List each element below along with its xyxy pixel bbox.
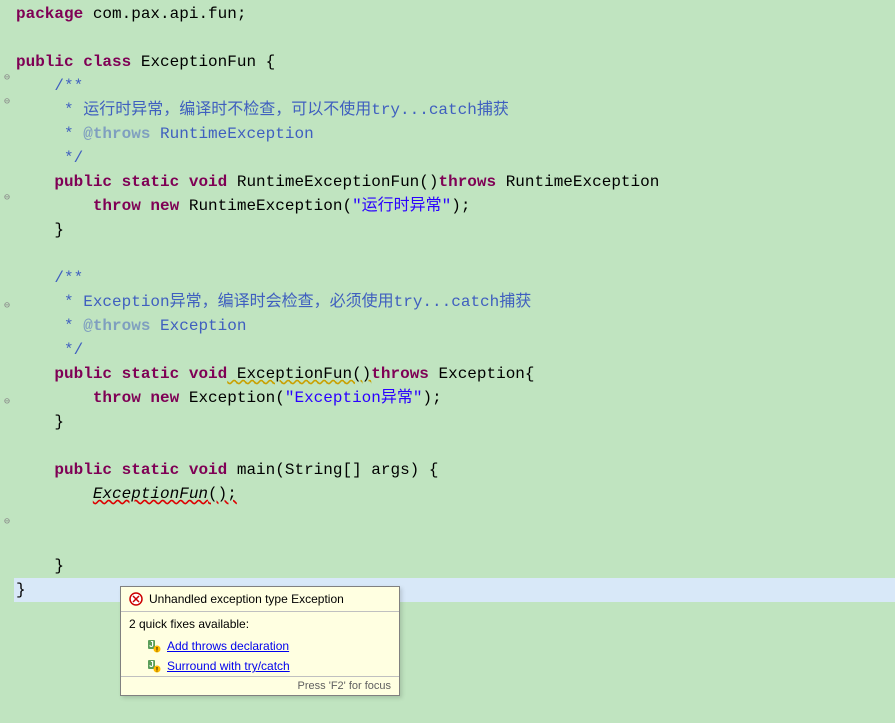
javadoc-text: * — [16, 125, 83, 143]
tooltip-fixes-header: 2 quick fixes available: — [121, 612, 399, 636]
string-literal: "运行时异常" — [352, 197, 451, 215]
keyword-throw: throw — [16, 197, 141, 215]
code-editor[interactable]: package com.pax.api.fun; public class Ex… — [0, 0, 895, 628]
type-name: RuntimeException( — [179, 197, 352, 215]
svg-text:J: J — [149, 640, 153, 649]
fold-marker-icon[interactable]: ⊖ — [2, 398, 12, 408]
keyword-static: static — [112, 365, 179, 383]
tooltip-error-message: Unhandled exception type Exception — [149, 592, 344, 606]
class-name: ExceptionFun { — [131, 53, 275, 71]
javadoc-text: RuntimeException — [150, 125, 313, 143]
javadoc-throws-tag: @throws — [83, 125, 150, 143]
method-call-error: ExceptionFun — [93, 485, 208, 503]
keyword-throw: throw — [16, 389, 141, 407]
type-name: Exception( — [179, 389, 285, 407]
keyword-throws: throws — [438, 173, 496, 191]
quick-fix-item[interactable]: J ! Surround with try/catch — [121, 656, 399, 676]
code-text: ); — [451, 197, 470, 215]
javadoc-open: /** — [16, 269, 83, 287]
javadoc-text: * 运行时异常，编译时不检查，可以不使用try...catch捕获 — [16, 101, 509, 119]
keyword-throws: throws — [371, 365, 429, 383]
keyword-static: static — [112, 173, 179, 191]
brace-close: } — [16, 581, 26, 599]
method-signature: main(String[] args) { — [227, 461, 438, 479]
quickfix-icon: J ! — [147, 639, 161, 653]
svg-text:J: J — [149, 660, 153, 669]
method-name: ExceptionFun() — [227, 365, 371, 383]
quick-fix-link[interactable]: Add throws declaration — [167, 639, 289, 653]
fold-marker-icon[interactable]: ⊖ — [2, 194, 12, 204]
keyword-class: class — [83, 53, 131, 71]
tooltip-header: Unhandled exception type Exception — [121, 587, 399, 612]
indent — [16, 485, 93, 503]
svg-text:!: ! — [156, 648, 158, 654]
keyword-public: public — [16, 173, 112, 191]
keyword-new: new — [141, 389, 179, 407]
javadoc-close: */ — [16, 341, 83, 359]
javadoc-text: Exception — [150, 317, 246, 335]
exception-type: Exception{ — [429, 365, 535, 383]
javadoc-text: * — [16, 317, 83, 335]
fold-marker-icon[interactable]: ⊖ — [2, 302, 12, 312]
javadoc-close: */ — [16, 149, 83, 167]
tooltip-footer: Press 'F2' for focus — [121, 676, 399, 695]
editor-gutter: ⊖ ⊖ ⊖ ⊖ ⊖ ⊖ — [0, 0, 14, 723]
brace-close: } — [16, 221, 64, 239]
keyword-public: public — [16, 53, 74, 71]
keyword-new: new — [141, 197, 179, 215]
keyword-public: public — [16, 461, 112, 479]
method-name: RuntimeExceptionFun() — [227, 173, 438, 191]
keyword-void: void — [179, 365, 227, 383]
javadoc-text: * Exception异常，编译时会检查，必须使用try...catch捕获 — [16, 293, 531, 311]
javadoc-throws-tag: @throws — [83, 317, 150, 335]
quickfix-icon: J ! — [147, 659, 161, 673]
keyword-void: void — [179, 173, 227, 191]
keyword-public: public — [16, 365, 112, 383]
string-literal: "Exception异常" — [285, 389, 423, 407]
quick-fix-item[interactable]: J ! Add throws declaration — [121, 636, 399, 656]
code-text: (); — [208, 485, 237, 503]
fold-marker-icon[interactable]: ⊖ — [2, 74, 12, 84]
keyword-package: package — [16, 5, 83, 23]
brace-close: } — [16, 557, 64, 575]
fold-marker-icon[interactable]: ⊖ — [2, 518, 12, 528]
svg-text:!: ! — [156, 668, 158, 674]
javadoc-open: /** — [16, 77, 83, 95]
keyword-static: static — [112, 461, 179, 479]
code-text: ); — [422, 389, 441, 407]
keyword-void: void — [179, 461, 227, 479]
brace-close: } — [16, 413, 64, 431]
fold-marker-icon[interactable]: ⊖ — [2, 98, 12, 108]
package-name: com.pax.api.fun; — [83, 5, 246, 23]
error-tooltip: Unhandled exception type Exception 2 qui… — [120, 586, 400, 696]
exception-type: RuntimeException — [496, 173, 659, 191]
error-icon — [129, 592, 143, 606]
quick-fix-link[interactable]: Surround with try/catch — [167, 659, 290, 673]
